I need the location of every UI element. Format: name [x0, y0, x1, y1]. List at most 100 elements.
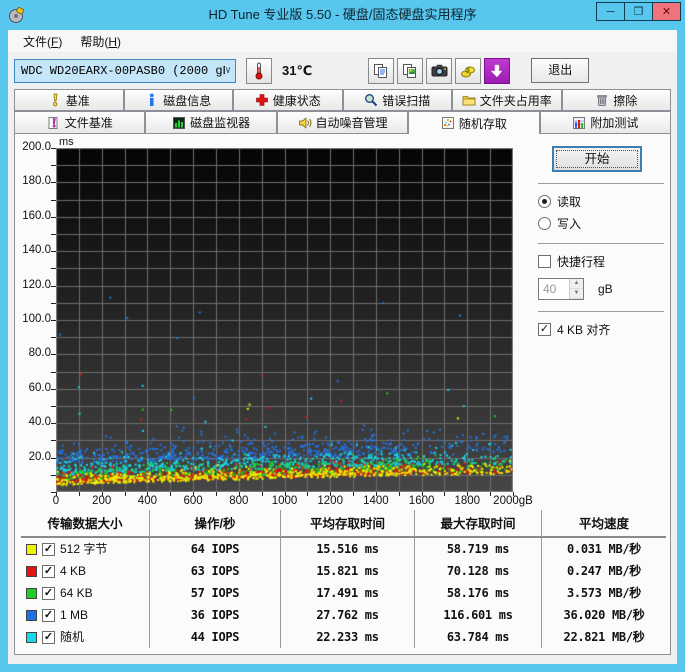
- table-value: 116.601 ms: [414, 604, 541, 626]
- maximize-button[interactable]: ❐: [624, 2, 653, 21]
- y-tick-label: 120.0: [22, 278, 51, 291]
- drive-select[interactable]: WDC WD20EARX-00PASB0 (2000 gB) ∨: [14, 58, 236, 83]
- tab-error-scan[interactable]: 错误扫描: [342, 89, 452, 111]
- y-axis-tick: [51, 423, 56, 425]
- series-label: 64 KB: [60, 586, 93, 600]
- y-axis-tick: [51, 440, 56, 442]
- y-axis-tick: [51, 406, 56, 407]
- chevron-down-icon: ∨: [224, 65, 231, 77]
- y-axis-tick: [51, 234, 56, 235]
- series-checkbox[interactable]: ✓: [42, 564, 55, 578]
- series-checkbox[interactable]: ✓: [42, 630, 55, 644]
- copy-text-icon: [374, 63, 388, 78]
- x-axis-tick: [398, 492, 400, 496]
- table-value: 63.784 ms: [414, 626, 541, 648]
- extra-tests-icon: [573, 116, 586, 129]
- x-tick-label: 1200: [317, 495, 343, 507]
- spin-down-button[interactable]: ▼: [570, 289, 583, 299]
- exit-button[interactable]: 退出: [531, 58, 590, 83]
- download-arrow-icon: [490, 64, 503, 77]
- write-radio[interactable]: [538, 217, 551, 230]
- menu-bar: 文件(F) 帮助(H): [8, 30, 677, 52]
- disk-monitor-icon: [173, 116, 186, 129]
- short-stroke-checkbox[interactable]: [538, 255, 551, 268]
- tab-random-access[interactable]: 随机存取: [408, 111, 540, 134]
- y-axis-tick: [51, 199, 56, 201]
- table-value: 0.247 MB/秒: [541, 560, 666, 582]
- camera-icon: [431, 64, 448, 77]
- table-value: 15.516 ms: [280, 538, 414, 560]
- read-option[interactable]: 读取: [538, 193, 666, 210]
- y-axis-tick: [51, 302, 56, 304]
- x-axis-tick: [261, 492, 263, 496]
- y-axis-tick: [51, 251, 56, 253]
- write-label: 写入: [557, 217, 582, 231]
- align-option[interactable]: ✓ 4 KB 对齐: [538, 321, 666, 338]
- short-stroke-option[interactable]: 快捷行程: [538, 253, 666, 270]
- window-interior: 文件(F) 帮助(H) WDC WD20EARX-00PASB0 (2000 gB…: [8, 30, 677, 664]
- tab-disk-monitor[interactable]: 磁盘监视器: [145, 111, 277, 133]
- title-bar[interactable]: HD Tune 专业版 5.50 - 硬盘/固态硬盘实用程序 ─ ❐ ✕: [0, 0, 685, 30]
- tab-erase[interactable]: 擦除: [561, 89, 671, 111]
- capacity-spinner: 40 ▲ ▼ gB: [538, 278, 666, 300]
- x-axis-tick: [513, 492, 514, 496]
- table-value: 63 IOPS: [149, 560, 280, 582]
- x-tick-label: 2000gB: [493, 495, 533, 507]
- tab-file-benchmark[interactable]: 文件基准: [14, 111, 146, 133]
- read-radio[interactable]: [538, 195, 551, 208]
- x-axis-tick: [56, 492, 57, 496]
- tab-label: 健康状态: [272, 93, 321, 108]
- window-title: HD Tune 专业版 5.50 - 硬盘/固态硬盘实用程序: [208, 7, 477, 22]
- error-scan-icon: [365, 94, 378, 107]
- spin-up-button[interactable]: ▲: [570, 279, 583, 289]
- tab-extra-tests[interactable]: 附加测试: [539, 111, 672, 133]
- y-axis-tick: [51, 148, 56, 149]
- x-axis-tick: [147, 492, 149, 496]
- aam-icon: [298, 116, 311, 129]
- copy-image-button[interactable]: [397, 57, 424, 84]
- y-tick-label: 20.0: [28, 450, 51, 463]
- table-value: 36 IOPS: [149, 604, 280, 626]
- start-button[interactable]: 开始: [552, 146, 642, 172]
- x-tick-label: 1800: [454, 495, 481, 507]
- tab-disk-info[interactable]: 磁盘信息: [123, 89, 233, 111]
- tab-label: 磁盘监视器: [190, 116, 251, 130]
- table-value: 22.821 MB/秒: [541, 626, 666, 648]
- tab-label: 基准: [65, 93, 90, 108]
- tab-health[interactable]: 健康状态: [233, 89, 343, 111]
- menu-item-0[interactable]: 文件(F): [14, 31, 71, 52]
- x-tick-label: 200: [92, 495, 112, 507]
- save-results-button[interactable]: [484, 57, 511, 84]
- y-tick-label: 200.0: [22, 141, 51, 153]
- write-option[interactable]: 写入: [538, 215, 666, 232]
- spinner-buttons: ▲ ▼: [569, 279, 583, 299]
- temperature-button[interactable]: [246, 57, 272, 84]
- y-axis-tick: [51, 388, 56, 390]
- capacity-input[interactable]: 40 ▲ ▼: [538, 278, 584, 300]
- y-axis-tick: [51, 492, 56, 493]
- drive-select-value: WDC WD20EARX-00PASB0 (2000 gB): [21, 63, 225, 78]
- align-4kb-checkbox[interactable]: ✓: [538, 323, 551, 336]
- series-checkbox[interactable]: ✓: [42, 608, 55, 622]
- x-axis-tick: [444, 492, 446, 496]
- series-checkbox[interactable]: ✓: [42, 542, 55, 556]
- series-checkbox[interactable]: ✓: [42, 586, 55, 600]
- table-row-legend: ✓ 64 KB: [21, 582, 149, 604]
- tab-folder-usage[interactable]: 文件夹占用率: [452, 89, 562, 111]
- table-header: 平均速度: [541, 510, 666, 538]
- tab-benchmark[interactable]: 基准: [14, 89, 124, 111]
- minimize-button[interactable]: ─: [596, 2, 625, 21]
- donate-button[interactable]: $: [455, 57, 482, 84]
- menu-item-1[interactable]: 帮助(H): [71, 31, 130, 52]
- table-value: 36.020 MB/秒: [541, 604, 666, 626]
- table-header: 最大存取时间: [414, 510, 541, 538]
- tab-aam[interactable]: 自动噪音管理: [276, 111, 409, 133]
- chart-plot: [56, 148, 513, 492]
- tab-label: 磁盘信息: [163, 93, 212, 108]
- erase-icon: [597, 95, 607, 106]
- disk-info-icon: [150, 93, 154, 106]
- close-button[interactable]: ✕: [652, 2, 681, 21]
- screenshot-button[interactable]: [426, 57, 453, 84]
- copy-text-button[interactable]: [368, 57, 395, 84]
- y-tick-label: 100.0: [22, 313, 51, 325]
